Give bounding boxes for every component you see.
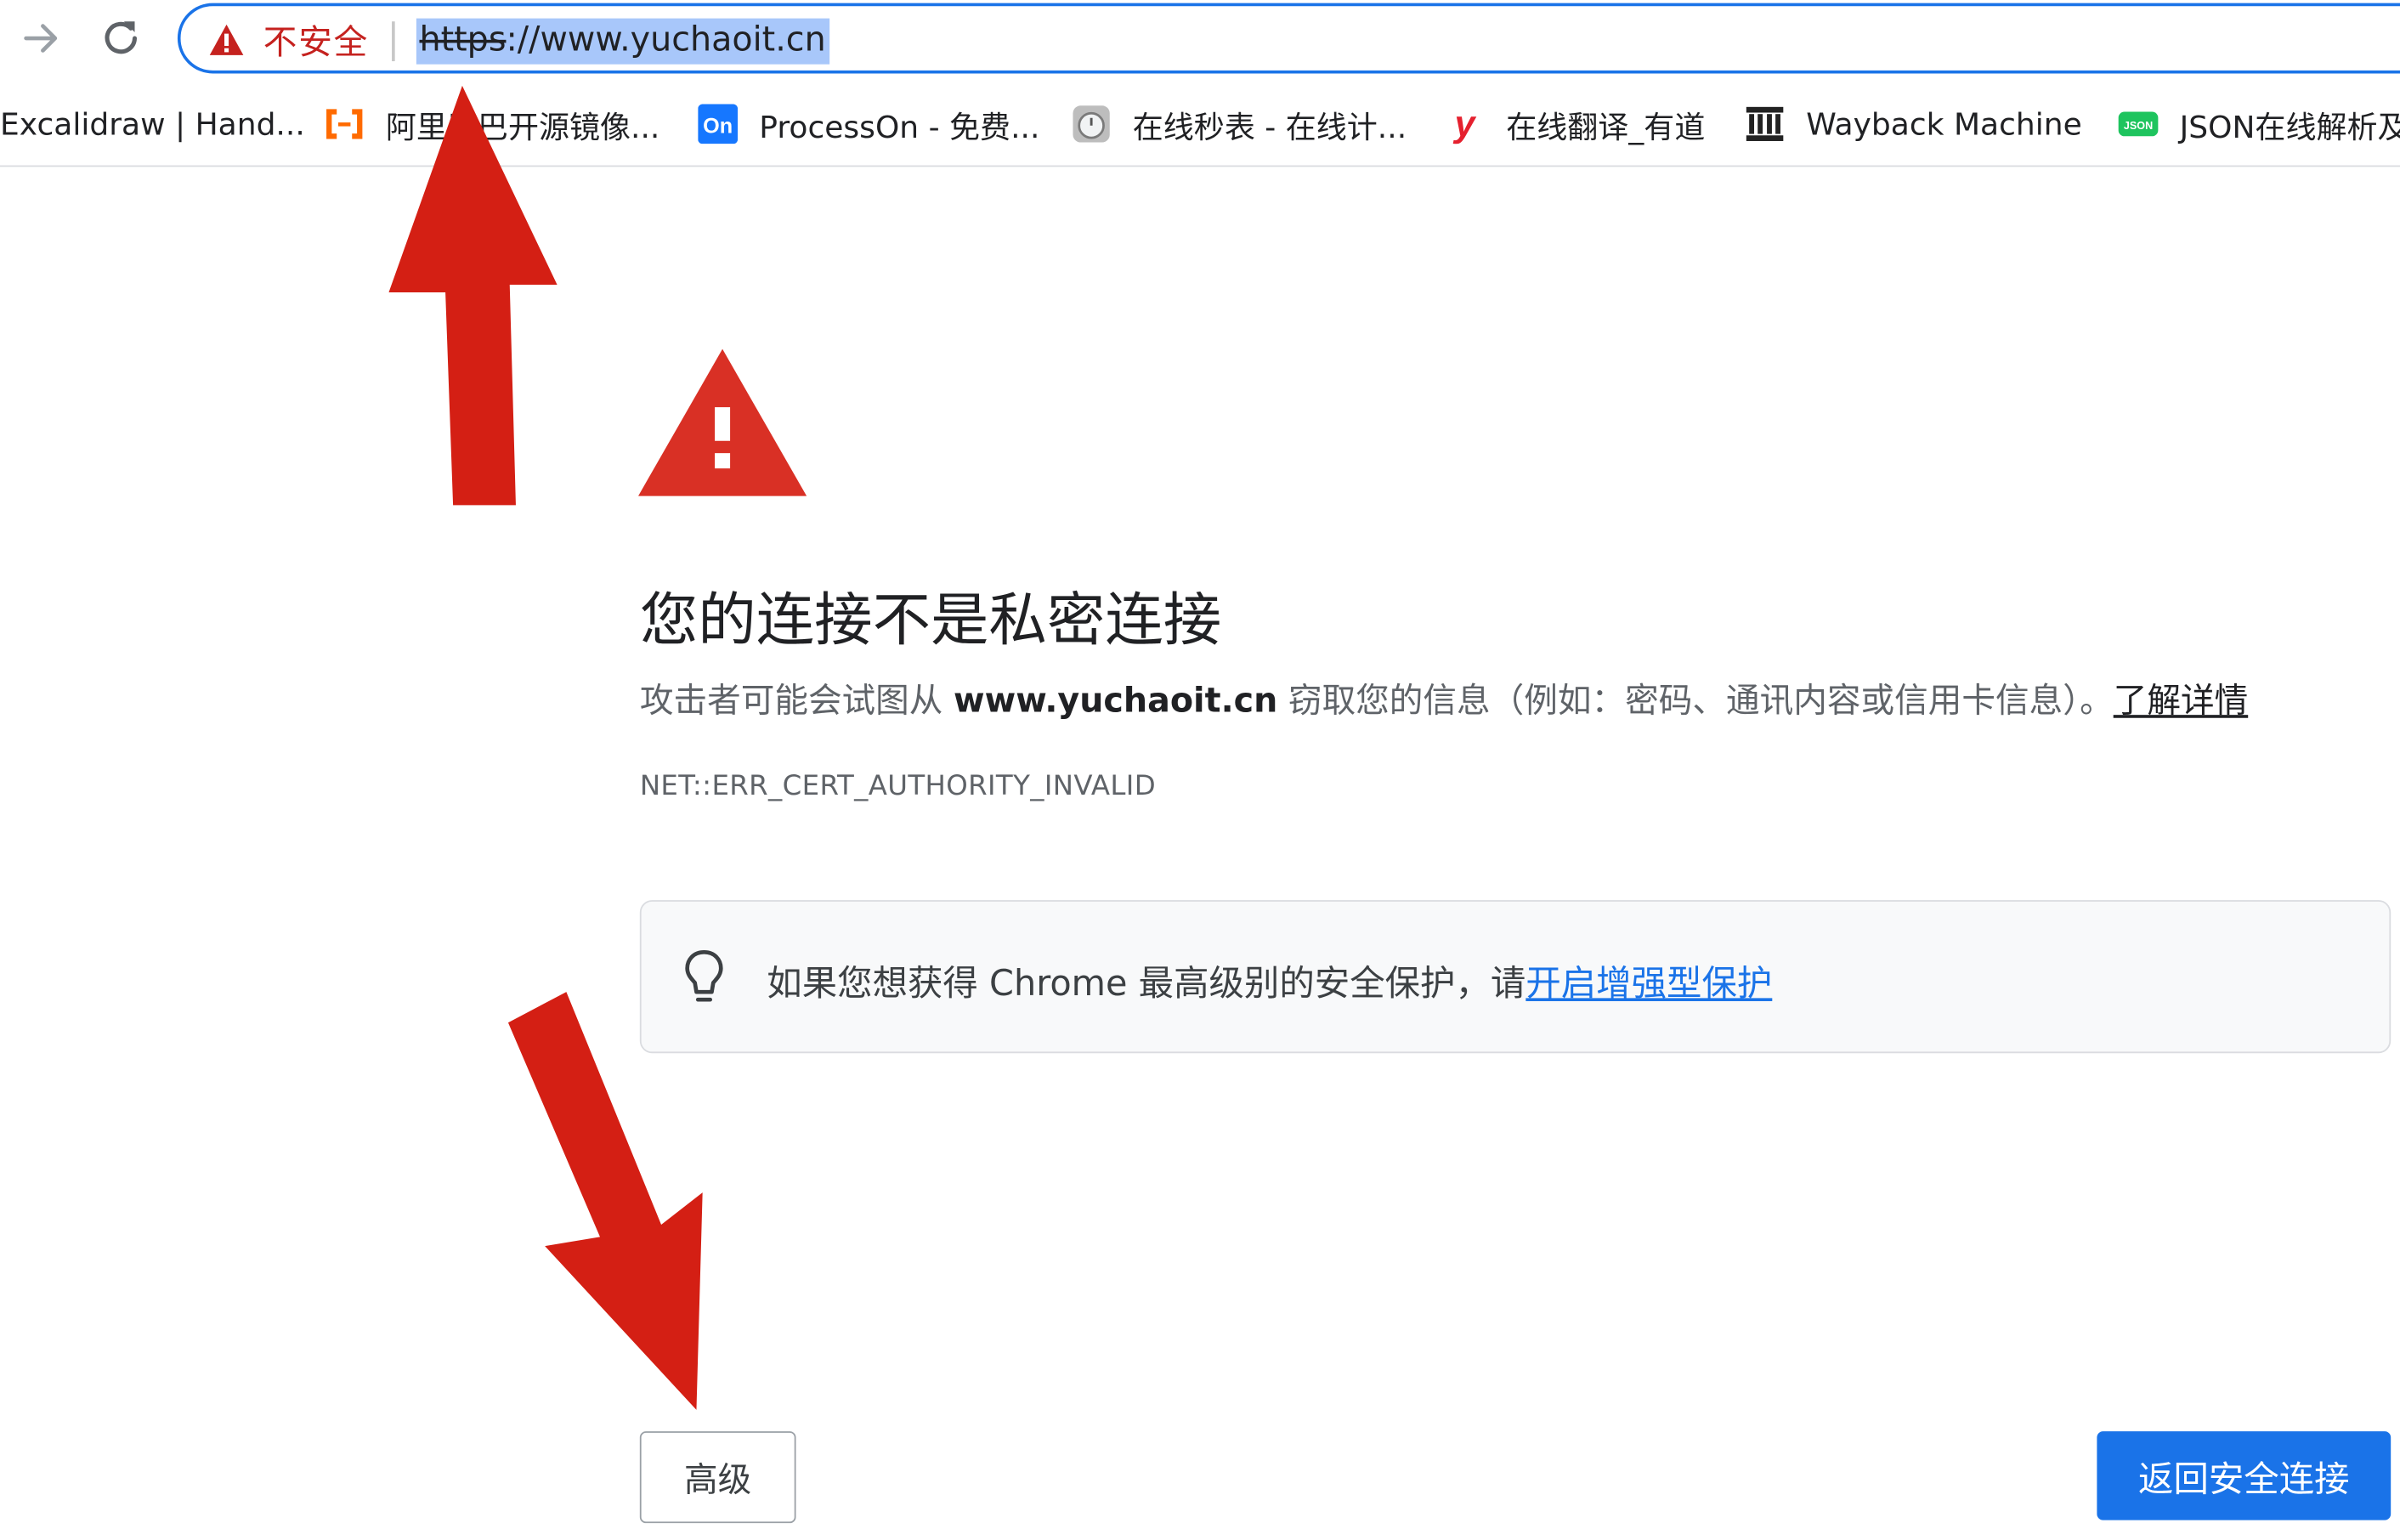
address-bar[interactable]: 不安全 https://www.yuchaoit.cn bbox=[177, 3, 2400, 74]
aliyun-icon bbox=[325, 104, 365, 144]
svg-text:On: On bbox=[703, 115, 733, 139]
toolbar-divider bbox=[0, 165, 2400, 167]
bookmarks-bar: Excalidraw | Hand... 阿里巴巴开源镜像... On Proc… bbox=[0, 88, 2400, 159]
explanation-text: 攻击者可能会试图从 www.yuchaoit.cn 窃取您的信息（例如：密码、通… bbox=[640, 674, 2248, 723]
red-arrow-down-icon bbox=[507, 992, 703, 1410]
explanation-pre: 攻击者可能会试图从 bbox=[639, 682, 954, 722]
explanation-post: 窃取您的信息（例如：密码、通讯内容或信用卡信息）。 bbox=[1277, 682, 2114, 722]
annotation-arrows bbox=[388, 85, 703, 1410]
enable-enhanced-protection-link[interactable]: 开启增强型保护 bbox=[1525, 965, 1772, 1005]
youdao-icon: y bbox=[1445, 104, 1485, 144]
page-title: 您的连接不是私密连接 bbox=[639, 586, 1222, 654]
bookmark-label: 在线翻译_有道 bbox=[1506, 107, 1706, 145]
reload-icon bbox=[105, 21, 138, 54]
processon-icon: On bbox=[698, 104, 739, 144]
svg-text:y: y bbox=[1453, 104, 1477, 144]
wayback-icon bbox=[1745, 104, 1785, 144]
bookmark-json[interactable]: JSON JSON在线解析及 bbox=[2118, 98, 2400, 150]
json-icon: JSON bbox=[2118, 104, 2159, 144]
bookmark-stopwatch[interactable]: 在线秒表 - 在线计... bbox=[1072, 98, 1407, 150]
url-text[interactable]: https://www.yuchaoit.cn bbox=[416, 18, 829, 65]
forward-arrow-icon bbox=[24, 24, 58, 53]
bookmark-excalidraw[interactable]: Excalidraw | Hand... bbox=[0, 98, 305, 150]
chip-divider bbox=[392, 21, 395, 62]
forward-button[interactable] bbox=[15, 12, 67, 64]
back-to-safety-button[interactable]: 返回安全连接 bbox=[2097, 1431, 2392, 1520]
reload-button[interactable] bbox=[95, 12, 147, 64]
url-host: ://www.yuchaoit.cn bbox=[506, 21, 826, 60]
bookmark-processon[interactable]: On ProcessOn - 免费... bbox=[698, 98, 1039, 150]
explanation-domain: www.yuchaoit.cn bbox=[954, 682, 1278, 722]
learn-more-link[interactable]: 了解详情 bbox=[2114, 682, 2249, 721]
security-chip[interactable]: 不安全 bbox=[208, 19, 369, 63]
enhanced-protection-prompt: 如果您想获得 Chrome 最高级别的安全保护，请 bbox=[767, 964, 1526, 1005]
warning-triangle-icon bbox=[638, 348, 807, 496]
bookmark-label: 阿里巴巴开源镜像... bbox=[385, 107, 660, 145]
enhanced-protection-text: 如果您想获得 Chrome 最高级别的安全保护，请开启增强型保护 bbox=[767, 954, 1772, 1005]
bookmark-label: 在线秒表 - 在线计... bbox=[1132, 107, 1407, 145]
stopwatch-icon bbox=[1072, 104, 1112, 144]
security-label: 不安全 bbox=[263, 24, 370, 63]
advanced-button[interactable]: 高级 bbox=[639, 1431, 796, 1524]
lightbulb-icon bbox=[685, 949, 723, 1002]
warning-triangle-icon bbox=[209, 24, 244, 55]
bookmark-wayback[interactable]: Wayback Machine bbox=[1745, 98, 2082, 150]
error-code: NET::ERR_CERT_AUTHORITY_INVALID bbox=[639, 769, 1157, 802]
bookmark-aliyun[interactable]: 阿里巴巴开源镜像... bbox=[325, 98, 660, 150]
bookmark-label: ProcessOn - 免费... bbox=[759, 107, 1040, 145]
enhanced-protection-banner: 如果您想获得 Chrome 最高级别的安全保护，请开启增强型保护 bbox=[639, 900, 2392, 1054]
url-scheme: https bbox=[419, 21, 507, 60]
browser-window: 不安全 https://www.yuchaoit.cn Excalidraw |… bbox=[0, 0, 2400, 1540]
bookmark-youdao[interactable]: y 在线翻译_有道 bbox=[1445, 98, 1706, 150]
svg-text:JSON: JSON bbox=[2124, 120, 2153, 132]
bookmark-label: Wayback Machine bbox=[1806, 105, 2082, 143]
bookmark-label: JSON在线解析及 bbox=[2179, 107, 2400, 145]
bookmark-label: Excalidraw | Hand... bbox=[0, 105, 305, 143]
